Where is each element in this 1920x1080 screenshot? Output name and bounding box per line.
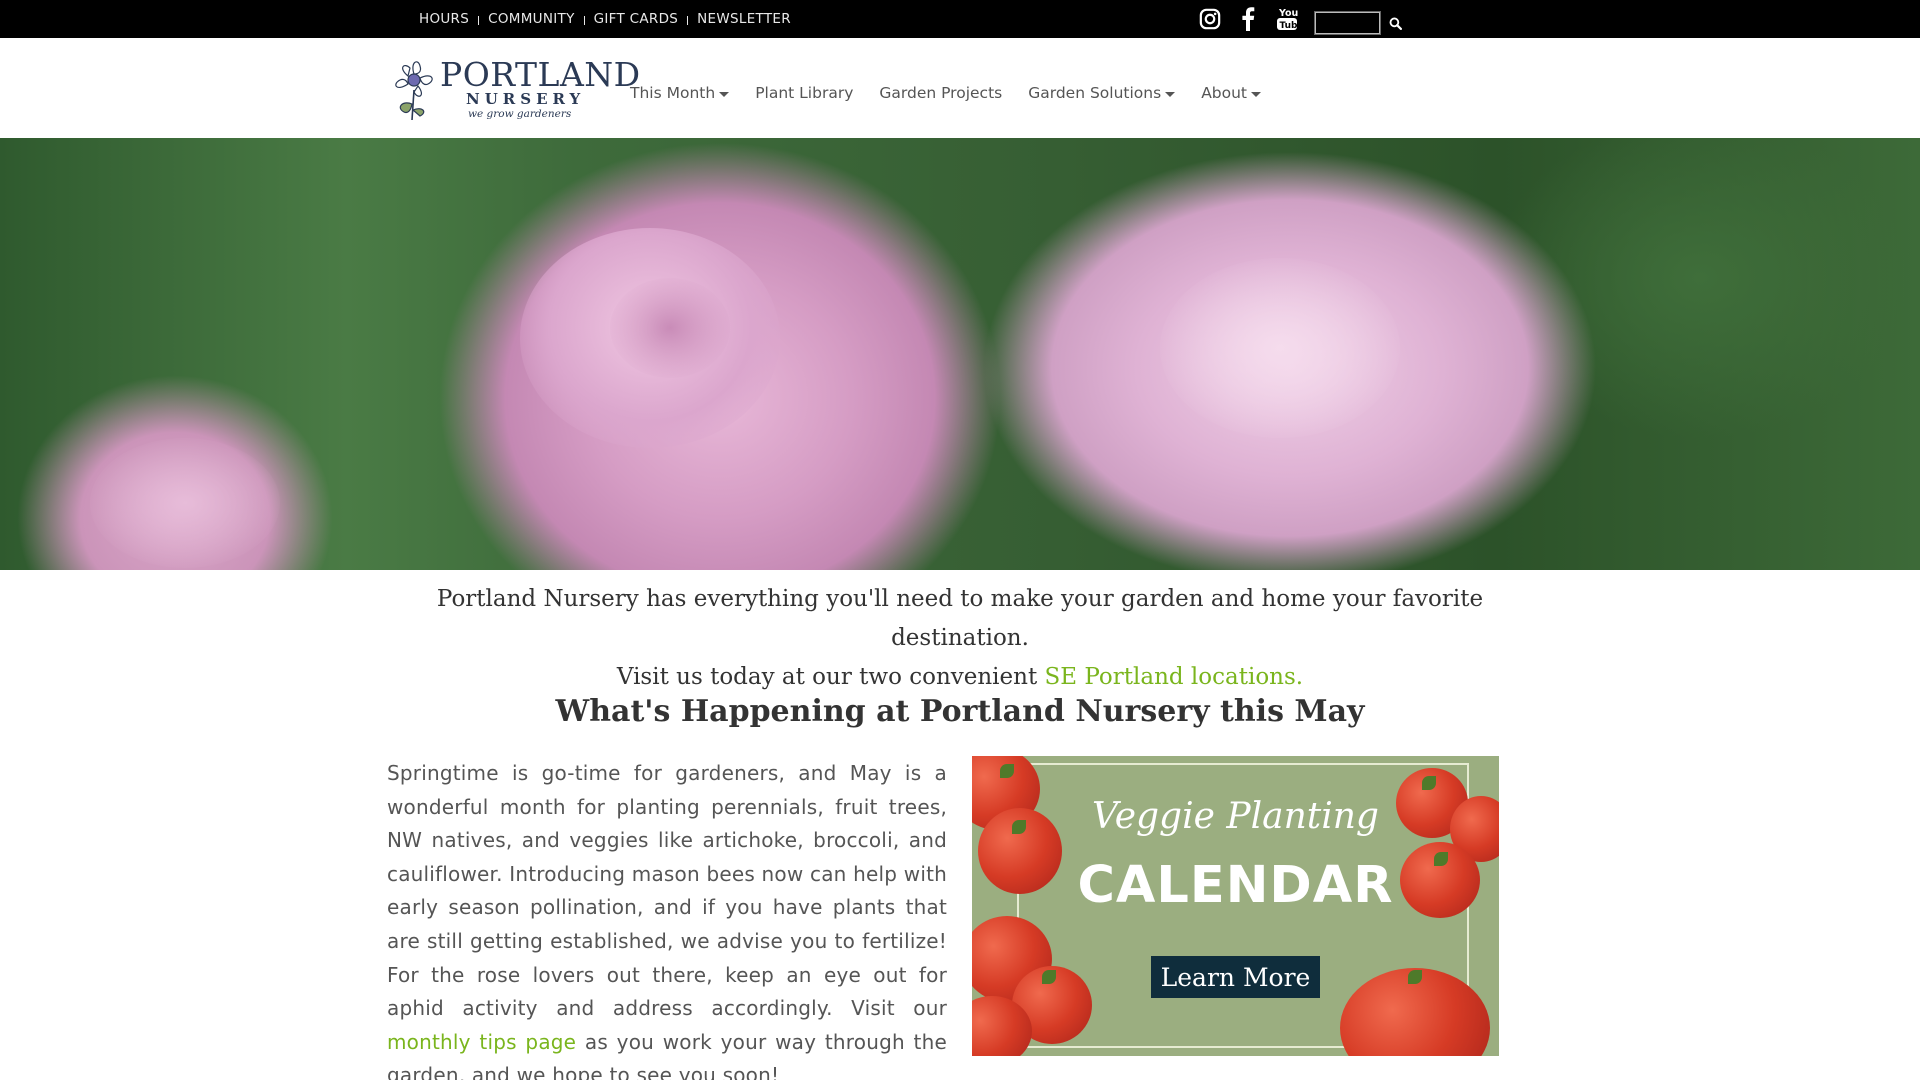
banner-title: Veggie Planting [1092,796,1379,837]
main-nav: This Month Plant Library Garden Projects… [630,84,1287,102]
newsletter-link[interactable]: NEWSLETTER [697,11,791,27]
nav-garden-solutions[interactable]: Garden Solutions [1028,84,1176,102]
intro-line-1: Portland Nursery has everything you'll n… [436,586,1484,651]
hero-roses-image [0,138,1920,570]
stem-icon [1042,970,1056,984]
stem-icon [1408,970,1422,984]
youtube-icon[interactable]: You Tube [1273,6,1301,32]
nav-garden-projects[interactable]: Garden Projects [879,84,1002,102]
veggie-calendar-banner[interactable]: Veggie Planting CALENDAR Learn More [972,756,1499,1056]
body-text-part-1: Springtime is go-time for gardeners, and… [387,761,947,1021]
nav-about[interactable]: About [1201,84,1262,102]
logo-tagline: we grow gardeners [468,108,572,120]
hours-link[interactable]: HOURS [419,11,469,27]
search-input[interactable] [1314,11,1381,35]
stem-icon [1422,776,1436,790]
utility-links: HOURS COMMUNITY GIFT CARDS NEWSLETTER [419,11,791,27]
site-logo[interactable]: PORTLAND NURSERY we grow gardeners [388,54,640,122]
divider [687,16,689,25]
intro-line-2-text: Visit us today at our two convenient [616,664,1045,690]
divider [583,16,585,25]
logo-subword: NURSERY [466,90,586,108]
instagram-icon[interactable] [1196,6,1224,32]
flower-icon [395,61,433,121]
nav-label: Garden Projects [879,84,1003,102]
caret-down-icon [1165,91,1176,97]
intro-text: Portland Nursery has everything you'll n… [380,580,1540,697]
monthly-tips-link[interactable]: monthly tips page [387,1030,576,1054]
search-icon[interactable] [1385,13,1405,33]
divider [478,16,480,25]
logo-wordmark: PORTLAND [440,55,641,94]
top-bar: HOURS COMMUNITY GIFT CARDS NEWSLETTER Yo… [0,0,1920,38]
stem-icon [1000,764,1014,778]
facebook-icon[interactable] [1234,6,1262,32]
locations-link[interactable]: SE Portland locations. [1045,664,1304,690]
learn-more-button[interactable]: Learn More [1151,956,1320,998]
caret-down-icon [719,91,730,97]
community-link[interactable]: COMMUNITY [488,11,575,27]
nav-label: This Month [630,84,716,102]
nav-label: Plant Library [755,84,854,102]
svg-text:You: You [1278,8,1298,19]
section-body: Springtime is go-time for gardeners, and… [387,757,947,1080]
nav-label: Garden Solutions [1028,84,1162,102]
nav-label: About [1201,84,1248,102]
gift-cards-link[interactable]: GIFT CARDS [594,11,679,27]
caret-down-icon [1251,91,1262,97]
banner-subtitle: CALENDAR [1077,856,1394,915]
nav-this-month[interactable]: This Month [630,84,730,102]
svg-text:Tube: Tube [1280,21,1300,31]
section-heading: What's Happening at Portland Nursery thi… [555,694,1365,729]
nav-plant-library[interactable]: Plant Library [755,84,853,102]
